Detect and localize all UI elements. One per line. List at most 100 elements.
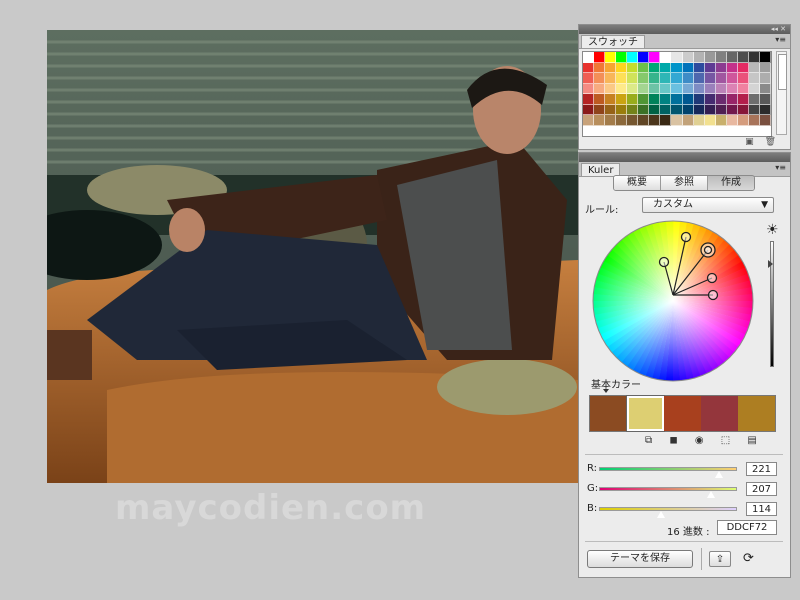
swatch-cell[interactable] [704, 62, 716, 73]
panel-menu-icon[interactable]: ▾≡ [775, 163, 786, 172]
swatch-cell[interactable] [660, 62, 672, 73]
channel-value-input[interactable]: 114 [746, 502, 777, 516]
swatch-cell[interactable] [627, 62, 639, 73]
swatch-cell[interactable] [638, 115, 650, 126]
swatch-cell[interactable] [616, 62, 628, 73]
panel-titlebar[interactable]: ◂◂ ✕ [579, 25, 790, 34]
theme-swatch[interactable] [738, 396, 775, 431]
swatch-cell[interactable] [583, 104, 595, 115]
brightness-slider-thumb[interactable] [768, 260, 773, 268]
swatch-cell[interactable] [671, 83, 683, 94]
swatch-cell[interactable] [748, 104, 760, 115]
swatch-cell[interactable] [594, 62, 606, 73]
swatch-cell[interactable] [627, 52, 639, 63]
swatch-cell[interactable] [737, 94, 749, 105]
swatch-cell[interactable] [715, 94, 727, 105]
swatch-cell[interactable] [627, 115, 639, 126]
swatch-cell[interactable] [605, 62, 617, 73]
set-stroke-icon[interactable]: ◉ [695, 435, 704, 446]
swatch-cell[interactable] [594, 104, 606, 115]
swatch-cell[interactable] [594, 83, 606, 94]
swatch-cell[interactable] [682, 52, 694, 63]
swatch-cell[interactable] [759, 83, 771, 94]
swatch-cell[interactable] [594, 115, 606, 126]
swatch-cell[interactable] [649, 94, 661, 105]
swatch-cell[interactable] [715, 52, 727, 63]
theme-swatch[interactable] [701, 396, 738, 431]
sync-icon[interactable]: ⟳ [743, 551, 754, 566]
new-swatch-icon[interactable]: ▣ [745, 137, 754, 147]
channel-value-input[interactable]: 207 [746, 482, 777, 496]
swatch-cell[interactable] [605, 115, 617, 126]
channel-slider-thumb[interactable] [706, 490, 717, 499]
swatch-cell[interactable] [737, 104, 749, 115]
swatch-cell[interactable] [693, 115, 705, 126]
swatch-cell[interactable] [693, 83, 705, 94]
panel-titlebar[interactable] [579, 153, 790, 162]
swatch-cell[interactable] [704, 52, 716, 63]
scroll-thumb[interactable] [778, 54, 787, 90]
swatch-cell[interactable] [649, 104, 661, 115]
swatch-cell[interactable] [715, 73, 727, 84]
channel-slider[interactable] [599, 507, 737, 511]
swatch-cell[interactable] [715, 83, 727, 94]
theme-swatch[interactable] [664, 396, 701, 431]
swatch-cell[interactable] [616, 104, 628, 115]
swatch-cell[interactable] [682, 83, 694, 94]
swatch-cell[interactable] [759, 94, 771, 105]
swatch-cell[interactable] [638, 52, 650, 63]
channel-slider-thumb[interactable] [655, 510, 666, 519]
swatch-cell[interactable] [671, 52, 683, 63]
swatch-cell[interactable] [660, 73, 672, 84]
swatch-cell[interactable] [726, 52, 738, 63]
hex-input[interactable]: DDCF72 [717, 520, 777, 535]
swatch-cell[interactable] [616, 115, 628, 126]
brightness-slider[interactable] [768, 241, 774, 367]
segment-browse[interactable]: 参照 [661, 176, 708, 190]
swatch-cell[interactable] [726, 115, 738, 126]
swatch-cell[interactable] [671, 62, 683, 73]
swatch-cell[interactable] [748, 94, 760, 105]
swatch-cell[interactable] [627, 94, 639, 105]
swatch-cell[interactable] [616, 52, 628, 63]
swatch-cell[interactable] [660, 104, 672, 115]
swatch-cell[interactable] [605, 73, 617, 84]
theme-swatch[interactable] [590, 396, 627, 431]
segment-overview[interactable]: 概要 [614, 176, 661, 190]
swatch-cell[interactable] [759, 115, 771, 126]
photo-canvas[interactable] [47, 30, 578, 483]
swatch-cell[interactable] [715, 115, 727, 126]
theme-swatch[interactable] [626, 395, 665, 432]
rule-select[interactable]: カスタム ▼ [642, 197, 774, 213]
save-theme-button[interactable]: テーマを保存 [587, 550, 693, 568]
swatch-cell[interactable] [671, 94, 683, 105]
swatch-cell[interactable] [649, 62, 661, 73]
swatch-cell[interactable] [748, 115, 760, 126]
swatch-cell[interactable] [682, 94, 694, 105]
swatch-cell[interactable] [693, 73, 705, 84]
swatch-cell[interactable] [759, 73, 771, 84]
swatch-cell[interactable] [682, 115, 694, 126]
swatch-cell[interactable] [682, 62, 694, 73]
swatch-cell[interactable] [583, 115, 595, 126]
swatch-cell[interactable] [759, 104, 771, 115]
swatch-cell[interactable] [715, 104, 727, 115]
swatch-cell[interactable] [583, 52, 595, 63]
swatch-cell[interactable] [638, 62, 650, 73]
swatch-cell[interactable] [660, 83, 672, 94]
swatch-cell[interactable] [726, 73, 738, 84]
eyedropper-icon[interactable]: ⬚ [721, 435, 730, 446]
swatch-cell[interactable] [759, 62, 771, 73]
swatch-cell[interactable] [759, 52, 771, 63]
swatch-cell[interactable] [649, 115, 661, 126]
swatch-cell[interactable] [616, 83, 628, 94]
swatch-cell[interactable] [704, 104, 716, 115]
swatch-cell[interactable] [594, 52, 606, 63]
swatch-cell[interactable] [583, 94, 595, 105]
tab-swatches[interactable]: スウォッチ [581, 35, 645, 48]
swatch-cell[interactable] [583, 62, 595, 73]
swatch-cell[interactable] [737, 83, 749, 94]
swatch-cell[interactable] [726, 104, 738, 115]
swatch-cell[interactable] [671, 115, 683, 126]
swatch-cell[interactable] [638, 73, 650, 84]
